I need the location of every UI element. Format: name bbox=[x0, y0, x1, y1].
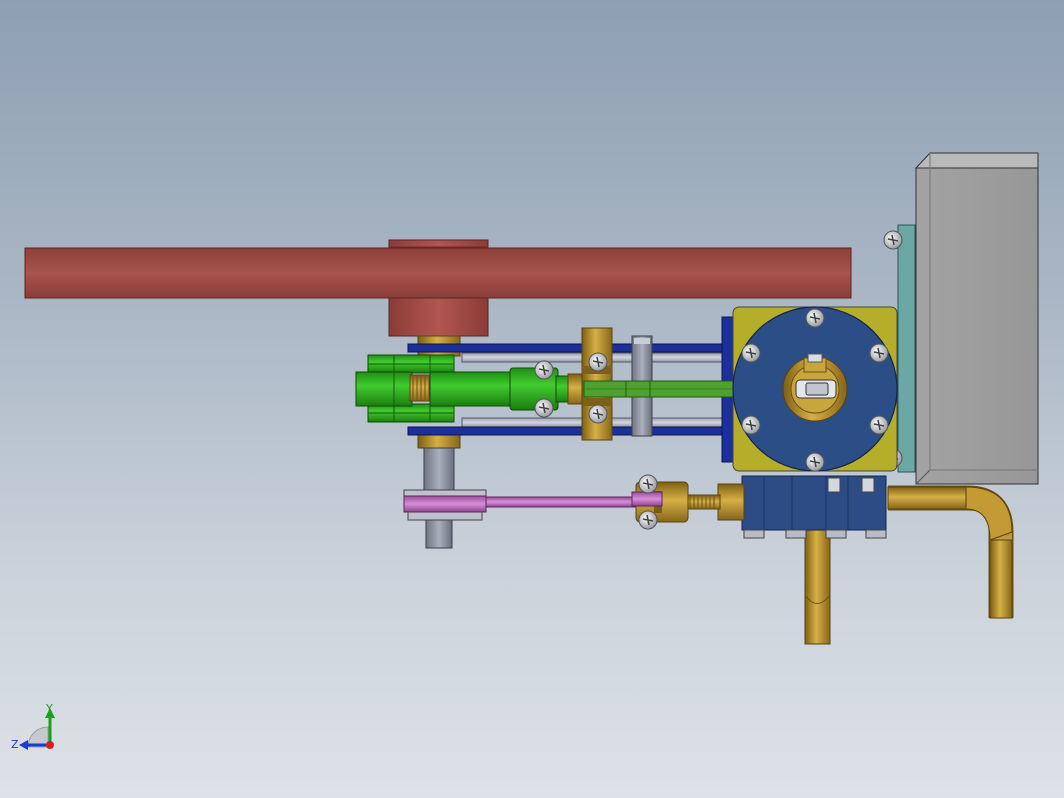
cylinder-cover[interactable] bbox=[732, 306, 898, 472]
screw-head-icon bbox=[588, 352, 608, 372]
axis-triad-icon: Y Z bbox=[11, 702, 55, 751]
triad-y-label: Y bbox=[45, 702, 53, 715]
frame-rail-bottom[interactable] bbox=[407, 426, 731, 436]
screw-head-icon bbox=[534, 398, 554, 418]
steam-chest[interactable] bbox=[741, 475, 887, 539]
screw-head-icon bbox=[588, 404, 608, 424]
screw-head-icon bbox=[883, 230, 903, 250]
engine-model-view[interactable]: Y Z bbox=[0, 0, 1064, 798]
crosshead-threaded-rod[interactable] bbox=[409, 374, 433, 402]
frame-rail-top[interactable] bbox=[407, 343, 731, 353]
screw-head-icon bbox=[638, 474, 658, 494]
screw-head-icon bbox=[805, 308, 825, 328]
screw-head-icon bbox=[741, 415, 761, 435]
flywheel[interactable] bbox=[24, 247, 852, 299]
gland-nut[interactable] bbox=[717, 483, 745, 521]
screw-head-icon bbox=[869, 343, 889, 363]
valve-rod-clevis[interactable] bbox=[631, 474, 689, 530]
eccentric[interactable] bbox=[403, 489, 487, 521]
screw-head-icon bbox=[638, 510, 658, 530]
screw-head-icon bbox=[741, 343, 761, 363]
screw-head-icon bbox=[869, 415, 889, 435]
steam-inlet-pipe[interactable] bbox=[804, 527, 831, 645]
screw-head-icon bbox=[534, 360, 554, 380]
electrical-box[interactable] bbox=[914, 152, 1039, 485]
screw-head-icon bbox=[805, 452, 825, 472]
cad-viewport[interactable]: Y Z bbox=[0, 0, 1064, 798]
triad-z-label: Z bbox=[11, 738, 19, 751]
exhaust-pipe[interactable] bbox=[887, 485, 1014, 619]
